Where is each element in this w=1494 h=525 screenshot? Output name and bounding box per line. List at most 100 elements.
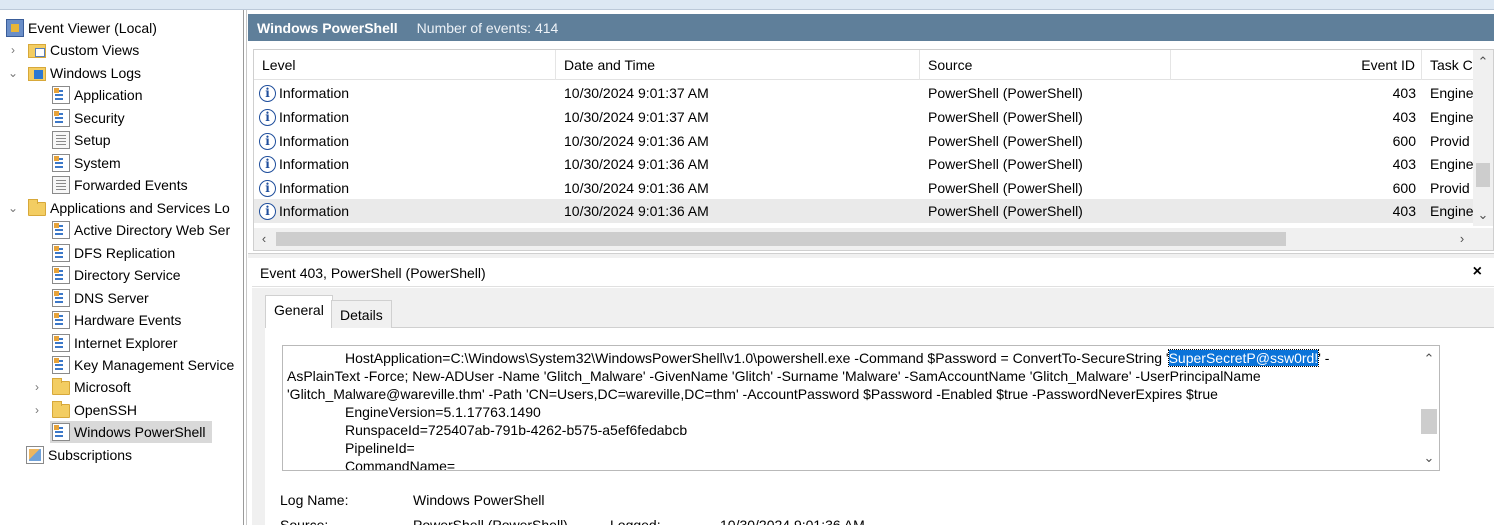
message-line: RunspaceId=725407ab-791b-4262-b575-a5ef6… [345,422,688,438]
vertical-splitter[interactable] [243,10,247,525]
tree-item-microsoft[interactable]: › Microsoft [30,376,131,398]
tree-item-label: DNS Server [74,290,149,306]
event-viewer-icon [6,19,24,37]
chevron-down-icon[interactable]: ⌄ [6,62,20,84]
column-header-date-time[interactable]: Date and Time [556,50,920,80]
scroll-down-icon[interactable]: ⌄ [1419,450,1439,466]
date-cell: 10/30/2024 9:01:36 AM [564,203,709,219]
tree-item-windows-powershell[interactable]: Windows PowerShell [50,421,212,443]
tree-item-key-management-service[interactable]: Key Management Service [52,354,234,376]
tree-item-setup[interactable]: Setup [52,129,111,151]
level-cell: i Information [259,81,549,105]
table-row[interactable]: i Information 10/30/2024 9:01:36 AM Power… [254,152,1474,176]
event-log-icon [52,154,70,172]
information-icon: i [259,108,276,126]
log-name-label: Log Name: [280,492,349,508]
tree-item-label: Internet Explorer [74,335,178,351]
source-cell: PowerShell (PowerShell) [928,203,1083,219]
information-icon: i [259,155,276,173]
horizontal-splitter[interactable] [248,253,1494,258]
tree-item-label: Application [74,87,143,103]
scroll-thumb[interactable] [1476,163,1490,187]
table-row[interactable]: i Information 10/30/2024 9:01:37 AM Power… [254,105,1474,129]
information-icon: i [259,84,276,102]
log-name-value: Windows PowerShell [413,492,545,508]
log-title-bar: Windows PowerShell Number of events: 414 [248,14,1494,41]
table-row[interactable]: i Information 10/30/2024 9:01:37 AM Power… [254,81,1474,105]
event-log-icon [52,221,70,239]
tab-details[interactable]: Details [331,300,392,328]
event-count: Number of events: 414 [416,19,559,36]
tree-item-applications-and-services[interactable]: ⌄ Applications and Services Lo [6,197,230,219]
event-message-box[interactable]: HostApplication=C:\Windows\System32\Wind… [282,345,1440,471]
tree-item-active-directory-web[interactable]: Active Directory Web Ser [52,219,230,241]
scroll-thumb[interactable] [276,232,1286,246]
chevron-right-icon[interactable]: › [6,39,20,61]
message-fragment: HostApplication=C:\Windows\System32\Wind… [345,350,1169,366]
event-list-horizontal-scrollbar[interactable]: ‹ › [254,228,1493,250]
level-cell: i Information [259,176,549,200]
tree-item-forwarded-events[interactable]: Forwarded Events [52,174,188,196]
scroll-up-icon[interactable]: ⌃ [1473,52,1493,72]
chevron-right-icon[interactable]: › [30,376,44,398]
tree-item-system[interactable]: System [52,152,121,174]
task-cell: Provid [1430,180,1470,196]
tree-item-dfs-replication[interactable]: DFS Replication [52,242,175,264]
tree-item-label: Windows PowerShell [74,424,206,440]
close-icon[interactable]: × [1473,263,1482,281]
tree-item-application[interactable]: Application [52,84,143,106]
tab-general[interactable]: General [265,295,333,328]
table-row[interactable]: i Information 10/30/2024 9:01:36 AM Power… [254,176,1474,200]
column-header-task-category[interactable]: Task C [1422,50,1474,80]
tree-item-dns-server[interactable]: DNS Server [52,287,149,309]
event-log-icon [52,131,70,149]
scroll-left-icon[interactable]: ‹ [254,228,274,250]
event-list-vertical-scrollbar[interactable]: ⌃ ⌄ [1473,50,1493,226]
logged-value: 10/30/2024 9:01:36 AM [720,517,865,525]
tree-item-event-viewer-local[interactable]: Event Viewer (Local) [6,17,157,39]
scroll-up-icon[interactable]: ⌃ [1419,351,1439,367]
column-header-level[interactable]: Level [254,50,556,80]
folder-icon [28,199,46,216]
event-viewer-window: Event Viewer (Local) › Custom Views ⌄ Wi… [0,0,1494,525]
tree-item-custom-views[interactable]: › Custom Views [6,39,139,61]
tree-item-label: Security [74,110,125,126]
table-row-selected[interactable]: i Information 10/30/2024 9:01:36 AM Power… [254,199,1474,223]
event-log-icon [52,244,70,262]
event-log-icon [52,266,70,284]
message-line: AsPlainText -Force; New-ADUser -Name 'Gl… [287,368,1261,384]
message-line: EngineVersion=5.1.17763.1490 [345,404,541,420]
scroll-thumb[interactable] [1421,409,1437,434]
level-cell: i Information [259,129,549,153]
level-cell: i Information [259,152,549,176]
date-cell: 10/30/2024 9:01:36 AM [564,133,709,149]
message-vertical-scrollbar[interactable]: ⌃ ⌄ [1419,346,1439,470]
event-id-cell: 403 [1392,203,1416,219]
column-header-source[interactable]: Source [920,50,1171,80]
message-fragment: ' - [1318,350,1330,366]
event-list: Level Date and Time Source Event ID Task… [253,49,1494,251]
table-row[interactable]: i Information 10/30/2024 9:01:36 AM Power… [254,129,1474,153]
tree-item-internet-explorer[interactable]: Internet Explorer [52,332,178,354]
tree-item-openssh[interactable]: › OpenSSH [30,399,137,421]
tree-item-windows-logs[interactable]: ⌄ Windows Logs [6,62,141,84]
message-line: HostApplication=C:\Windows\System32\Wind… [287,349,1412,367]
scroll-down-icon[interactable]: ⌄ [1473,205,1493,225]
chevron-down-icon[interactable]: ⌄ [6,197,20,219]
date-cell: 10/30/2024 9:01:37 AM [564,85,709,101]
tree-item-security[interactable]: Security [52,107,125,129]
information-icon: i [259,179,276,197]
level-text: Information [279,85,350,101]
tree-item-label: Microsoft [74,379,131,395]
chevron-right-icon[interactable]: › [30,399,44,421]
event-log-icon [52,423,70,441]
tree-item-subscriptions[interactable]: Subscriptions [26,444,132,466]
scroll-right-icon[interactable]: › [1452,228,1472,250]
tree-item-directory-service[interactable]: Directory Service [52,264,181,286]
task-cell: Provid [1430,133,1470,149]
column-header-event-id[interactable]: Event ID [1171,50,1422,80]
task-cell: Engine [1430,203,1474,219]
subscriptions-icon [26,446,44,464]
tree-item-hardware-events[interactable]: Hardware Events [52,309,181,331]
level-cell: i Information [259,105,549,129]
